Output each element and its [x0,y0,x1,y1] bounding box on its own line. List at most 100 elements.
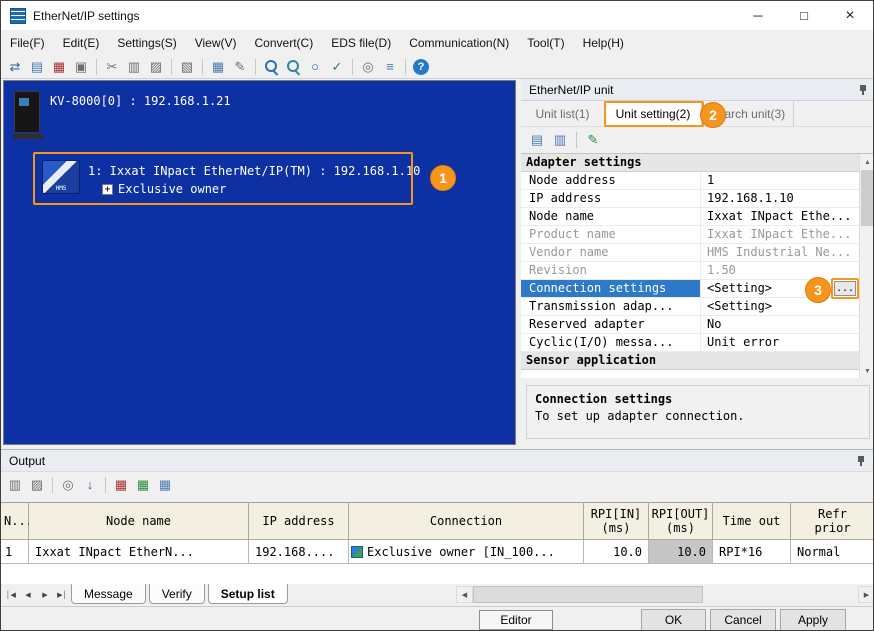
toolbar-separator [202,59,203,75]
find-icon[interactable]: ◎ [58,475,78,495]
cell-no: 1 [1,540,29,564]
cancel-button[interactable]: Cancel [710,609,776,631]
cell-rpi-out[interactable]: 10.0 [649,540,713,564]
column-header-timeout[interactable]: Time out [713,503,791,540]
column-header-ip-address[interactable]: IP address [249,503,349,540]
window-controls: ─ □ × [735,1,873,30]
property-name: Transmission adap... [521,298,701,315]
property-row-revision[interactable]: Revision 1.50 [521,262,859,280]
mode-indicator: Editor [479,610,553,630]
menu-settings[interactable]: Settings(S) [108,31,185,55]
check-table-icon[interactable]: ▦ [111,475,131,495]
ethernet-ip-unit-panel: EtherNet/IP unit Unit list(1) Unit setti… [521,79,874,449]
menu-edit[interactable]: Edit(E) [54,31,109,55]
menu-convert[interactable]: Convert(C) [246,31,323,55]
transfer-icon[interactable]: ⇄ [5,57,25,77]
tree-node-plc[interactable]: KV-8000[0] : 192.168.1.21 [50,94,231,108]
menu-help[interactable]: Help(H) [574,31,633,55]
scroll-right-icon[interactable]: ▶ [858,586,874,603]
minimize-button[interactable]: ─ [735,1,781,30]
close-button[interactable]: × [827,1,873,30]
scroll-left-icon[interactable]: ◀ [456,586,473,603]
watch-list-icon[interactable]: ≡ [380,57,400,77]
property-description: Connection settings To set up adapter co… [526,385,870,439]
first-tab-icon[interactable]: │◀ [3,587,19,603]
export-icon[interactable]: ↓ [80,475,100,495]
column-header-no[interactable]: N... [1,503,29,540]
edit-settings-icon[interactable]: ✎ [583,130,603,150]
registration-table-icon[interactable]: ▦ [208,57,228,77]
property-row-product-name[interactable]: Product name Ixxat INpact Ethe... [521,226,859,244]
menu-tool[interactable]: Tool(T) [518,31,573,55]
scrollbar-thumb[interactable] [861,170,874,226]
property-name: IP address [521,190,701,207]
scrollbar-thumb[interactable] [473,586,703,603]
toolbar-separator [352,59,353,75]
property-row-reserved-adapter[interactable]: Reserved adapter No [521,316,859,334]
next-tab-icon[interactable]: ▶ [37,587,53,603]
cut-icon[interactable]: ✂ [102,57,122,77]
plc-device-icon [13,91,43,139]
setup-table-icon[interactable]: ▦ [155,475,175,495]
tab-setup-list[interactable]: Setup list [208,584,288,604]
property-row-cyclic-message[interactable]: Cyclic(I/O) messa... Unit error [521,334,859,352]
header-sublabel: (ms) [666,521,695,535]
apply-button[interactable]: Apply [780,609,846,631]
paste-icon[interactable]: ▨ [27,475,47,495]
zoom-icon[interactable] [261,57,281,77]
last-tab-icon[interactable]: ▶│ [54,587,70,603]
property-value: HMS Industrial Ne... [701,244,859,261]
output-tabs: Message Verify Setup list [71,584,291,604]
property-row-transmission-adapter[interactable]: Transmission adap... <Setting> [521,298,859,316]
maximize-button[interactable]: □ [781,1,827,30]
duplicate-page-icon[interactable]: ▣ [71,57,91,77]
unit-editor-icon[interactable]: ▦ [49,57,69,77]
menu-communication[interactable]: Communication(N) [400,31,518,55]
collapse-properties-icon[interactable]: ▥ [550,130,570,150]
paste-icon[interactable]: ▨ [146,57,166,77]
section-adapter-settings[interactable]: Adapter settings [521,154,859,172]
scrollbar-track[interactable] [473,586,858,603]
column-header-rpi-out[interactable]: RPI[OUT](ms) [649,503,713,540]
property-row-node-address[interactable]: Node address 1 [521,172,859,190]
column-header-rpi-in[interactable]: RPI[IN](ms) [584,503,649,540]
menu-eds-file[interactable]: EDS file(D) [322,31,400,55]
edit-icon[interactable]: ✎ [230,57,250,77]
pin-icon[interactable] [855,455,867,467]
network-globe-icon[interactable]: ○ [305,57,325,77]
find-icon[interactable]: ◎ [358,57,378,77]
verify-icon[interactable]: ✓ [327,57,347,77]
scroll-up-icon[interactable]: ▲ [860,154,874,170]
expand-properties-icon[interactable]: ▤ [527,130,547,150]
previous-tab-icon[interactable]: ◀ [20,587,36,603]
monitor-icon[interactable]: ▤ [27,57,47,77]
property-name: Vendor name [521,244,701,261]
tab-unit-list[interactable]: Unit list(1) [521,101,605,126]
property-row-node-name[interactable]: Node name Ixxat INpact Ethe... [521,208,859,226]
verify-table-icon[interactable]: ▦ [133,475,153,495]
menu-view[interactable]: View(V) [186,31,246,55]
section-sensor-application[interactable]: Sensor application [521,352,859,370]
pin-icon[interactable] [857,84,869,96]
help-icon[interactable]: ? [411,57,431,77]
menu-file[interactable]: File(F) [1,31,54,55]
property-row-vendor-name[interactable]: Vendor name HMS Industrial Ne... [521,244,859,262]
copy-icon[interactable]: ▥ [5,475,25,495]
tab-verify[interactable]: Verify [149,584,205,604]
paste-special-icon[interactable]: ▧ [177,57,197,77]
ok-button[interactable]: OK [641,609,706,631]
horizontal-scrollbar[interactable]: ◀ ▶ [456,586,874,603]
column-header-connection[interactable]: Connection [349,503,584,540]
scroll-down-icon[interactable]: ▼ [860,363,874,379]
toolbar-separator [576,132,577,148]
property-row-ip-address[interactable]: IP address 192.168.1.10 [521,190,859,208]
column-header-node-name[interactable]: Node name [29,503,249,540]
search-unit-icon[interactable] [283,57,303,77]
vertical-scrollbar[interactable]: ▲ ▼ [859,154,874,379]
unit-configuration-tree[interactable]: KV-8000[0] : 192.168.1.21 HMS 1: Ixxat I… [3,80,516,445]
column-header-refresh-priority[interactable]: Refrprior [791,503,874,540]
tab-message[interactable]: Message [71,584,146,604]
copy-icon[interactable]: ▥ [124,57,144,77]
callout-rect-unit-item [33,152,413,205]
table-row[interactable]: 1 Ixxat INpact EtherN... 192.168.... Exc… [1,540,874,564]
